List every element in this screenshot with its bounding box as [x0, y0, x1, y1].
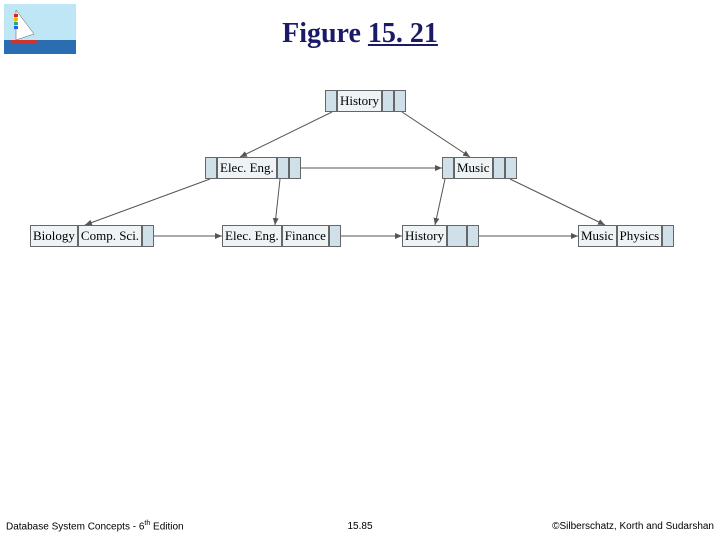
ptr-slot — [442, 157, 454, 179]
leaf-node: Music Physics — [578, 225, 674, 247]
leaf-label: Elec. Eng. — [222, 225, 282, 247]
internal-node: Elec. Eng. — [205, 157, 301, 179]
leaf-label: Comp. Sci. — [78, 225, 142, 247]
mid-label: Music — [454, 157, 493, 179]
ptr-slot — [505, 157, 517, 179]
ptr-slot — [205, 157, 217, 179]
slide: Figure 15. 21 History — [0, 0, 720, 540]
title-text-pre: Figure — [282, 18, 368, 49]
ptr-slot — [447, 225, 467, 247]
leaf-label: Physics — [617, 225, 663, 247]
tree-connectors — [30, 90, 690, 290]
ptr-slot — [493, 157, 505, 179]
ptr-slot — [325, 90, 337, 112]
leaf-label: Biology — [30, 225, 78, 247]
root-label: History — [337, 90, 382, 112]
ptr-slot — [662, 225, 674, 247]
ptr-slot — [467, 225, 479, 247]
ptr-slot — [382, 90, 394, 112]
btree-diagram: History Elec. Eng. Music Biology Comp. S… — [30, 90, 690, 290]
root-node: History — [325, 90, 406, 112]
leaf-node: Biology Comp. Sci. — [30, 225, 154, 247]
leaf-label: Music — [578, 225, 617, 247]
internal-node: Music — [442, 157, 517, 179]
ptr-slot — [394, 90, 406, 112]
ptr-slot — [289, 157, 301, 179]
leaf-label: Finance — [282, 225, 329, 247]
leaf-label: History — [402, 225, 447, 247]
page-title: Figure 15. 21 — [0, 18, 720, 50]
title-number: 15. 21 — [368, 18, 438, 49]
ptr-slot — [142, 225, 154, 247]
footer-right: ©Silberschatz, Korth and Sudarshan — [552, 521, 714, 532]
leaf-node: Elec. Eng. Finance — [222, 225, 341, 247]
ptr-slot — [329, 225, 341, 247]
ptr-slot — [277, 157, 289, 179]
leaf-node: History — [402, 225, 479, 247]
mid-label: Elec. Eng. — [217, 157, 277, 179]
